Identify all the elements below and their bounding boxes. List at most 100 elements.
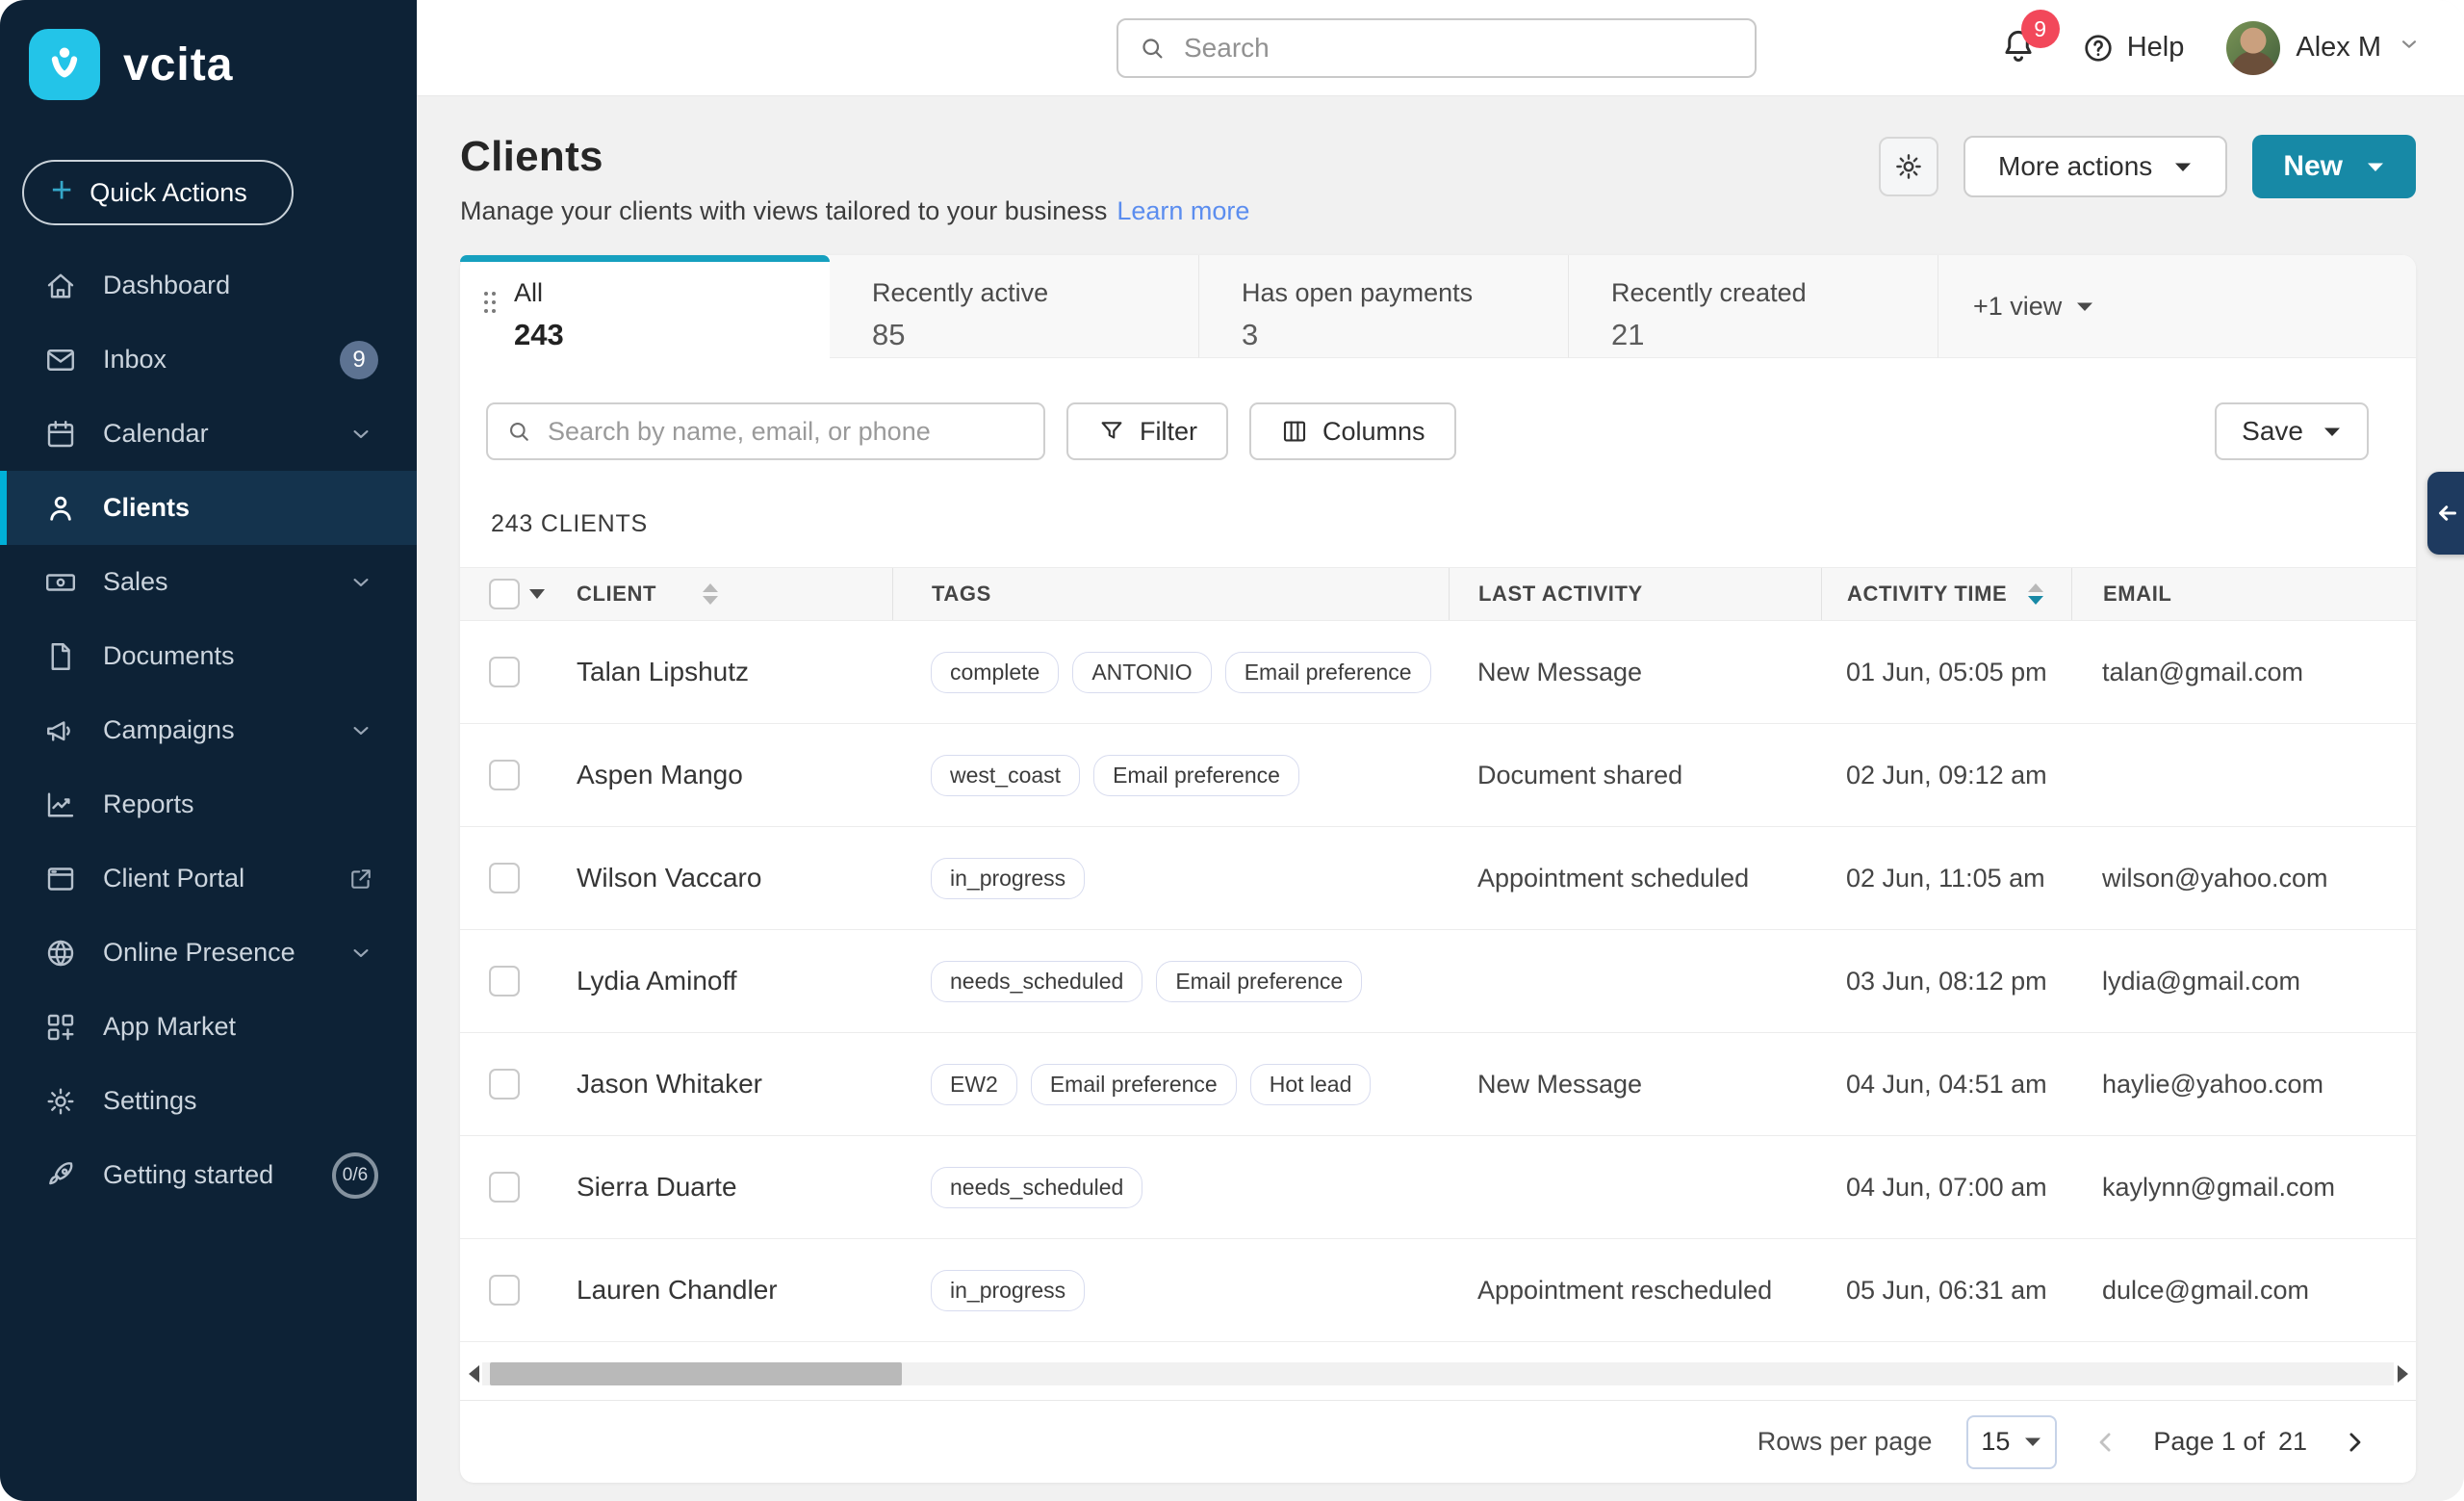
sidebar-item-clients[interactable]: Clients xyxy=(0,471,417,545)
sort-activity-time-icon[interactable] xyxy=(2028,583,2043,605)
table-row[interactable]: Lydia Aminoff needs_scheduledEmail prefe… xyxy=(460,930,2416,1033)
new-button[interactable]: New xyxy=(2252,135,2416,198)
horizontal-scrollbar[interactable] xyxy=(465,1361,2411,1386)
app-market-icon xyxy=(43,1010,78,1045)
next-page-button[interactable] xyxy=(2340,1428,2369,1457)
column-header-client[interactable]: CLIENT xyxy=(577,568,892,620)
table-row[interactable]: Talan Lipshutz completeANTONIOEmail pref… xyxy=(460,621,2416,724)
sidebar-item-settings[interactable]: Settings xyxy=(0,1064,417,1138)
column-header-last-activity[interactable]: LAST ACTIVITY xyxy=(1449,568,1821,620)
select-all-checkbox[interactable] xyxy=(489,579,520,609)
sidebar-item-reports[interactable]: Reports xyxy=(0,767,417,841)
home-icon xyxy=(43,269,78,303)
notifications-badge: 9 xyxy=(2021,10,2060,48)
quick-actions-label: Quick Actions xyxy=(90,178,247,208)
megaphone-icon xyxy=(43,713,78,748)
sidebar-item-calendar[interactable]: Calendar xyxy=(0,397,417,471)
gear-icon xyxy=(43,1084,78,1119)
help-button[interactable]: Help xyxy=(2081,31,2185,65)
tab-has-open-payments[interactable]: Has open payments 3 xyxy=(1199,255,1569,358)
prev-page-button[interactable] xyxy=(2092,1428,2120,1457)
chevron-down-icon xyxy=(344,569,378,596)
tab-recently-created[interactable]: Recently created 21 xyxy=(1569,255,1938,358)
tab-recently-active[interactable]: Recently active 85 xyxy=(830,255,1199,358)
row-checkbox[interactable] xyxy=(489,760,520,790)
more-views-dropdown[interactable]: +1 view xyxy=(1973,292,2094,322)
external-link-icon xyxy=(344,866,378,893)
more-actions-button[interactable]: More actions xyxy=(1964,136,2227,197)
user-menu[interactable]: Alex M xyxy=(2226,21,2422,75)
notifications-button[interactable]: 9 xyxy=(1998,25,2039,70)
global-search[interactable] xyxy=(1116,18,1757,78)
search-icon xyxy=(1138,34,1167,63)
drag-handle-icon[interactable] xyxy=(481,290,499,320)
rows-per-page-select[interactable]: 15 xyxy=(1966,1415,2057,1469)
table-row[interactable]: Wilson Vaccaro in_progress Appointment s… xyxy=(460,827,2416,930)
global-search-input[interactable] xyxy=(1182,32,1735,65)
sidebar-item-online-presence[interactable]: Online Presence xyxy=(0,916,417,990)
sidebar-item-getting-started[interactable]: Getting started 0/6 xyxy=(0,1138,417,1212)
columns-button[interactable]: Columns xyxy=(1249,402,1456,460)
tab-all[interactable]: All 243 xyxy=(460,255,830,358)
sidebar-item-documents[interactable]: Documents xyxy=(0,619,417,693)
chevron-down-icon xyxy=(344,717,378,744)
scrollbar-track[interactable] xyxy=(482,1362,2394,1385)
row-checkbox[interactable] xyxy=(489,1172,520,1203)
select-menu-caret-icon[interactable] xyxy=(529,589,545,599)
column-header-email[interactable]: EMAIL xyxy=(2071,568,2416,620)
clients-count-label: 243 CLIENTS xyxy=(460,510,2416,538)
tag-pill: west_coast xyxy=(931,755,1080,796)
tag-pill: needs_scheduled xyxy=(931,1167,1142,1208)
activity-time: 02 Jun, 09:12 am xyxy=(1821,724,2071,826)
client-search[interactable] xyxy=(486,402,1045,460)
plus-icon: + xyxy=(51,172,72,209)
sidebar-item-dashboard[interactable]: Dashboard xyxy=(0,248,417,323)
learn-more-link[interactable]: Learn more xyxy=(1116,196,1249,225)
row-checkbox[interactable] xyxy=(489,1275,520,1306)
chevron-down-icon xyxy=(2397,32,2422,57)
column-header-tags[interactable]: TAGS xyxy=(892,568,1449,620)
scroll-right-icon[interactable] xyxy=(2394,1361,2411,1386)
tag-pill: Hot lead xyxy=(1250,1064,1372,1105)
client-name: Talan Lipshutz xyxy=(577,657,749,687)
caret-down-icon xyxy=(2075,300,2094,313)
sort-client-icon[interactable] xyxy=(703,583,718,605)
arrow-left-icon xyxy=(2433,499,2462,528)
table-row[interactable]: Lauren Chandler in_progress Appointment … xyxy=(460,1239,2416,1342)
table-row[interactable]: Jason Whitaker EW2Email preferenceHot le… xyxy=(460,1033,2416,1136)
sidebar-item-app-market[interactable]: App Market xyxy=(0,990,417,1064)
brand[interactable]: vcita xyxy=(0,0,417,100)
sidebar-item-campaigns[interactable]: Campaigns xyxy=(0,693,417,767)
chevron-down-icon xyxy=(344,940,378,967)
email: wilson@yahoo.com xyxy=(2071,827,2416,929)
collapse-panel-button[interactable] xyxy=(2427,472,2464,555)
row-checkbox[interactable] xyxy=(489,1069,520,1100)
save-view-button[interactable]: Save xyxy=(2215,402,2369,460)
caret-down-icon xyxy=(2366,161,2385,173)
row-checkbox[interactable] xyxy=(489,657,520,687)
tag-list: in_progress xyxy=(931,858,1085,899)
scroll-left-icon[interactable] xyxy=(465,1361,482,1386)
topbar: 9 Help Alex M xyxy=(417,0,2464,96)
sidebar-item-inbox[interactable]: Inbox 9 xyxy=(0,323,417,397)
chevron-right-icon xyxy=(2340,1428,2369,1457)
quick-actions-button[interactable]: + Quick Actions xyxy=(22,160,294,225)
sidebar-item-sales[interactable]: Sales xyxy=(0,545,417,619)
row-checkbox[interactable] xyxy=(489,863,520,893)
row-checkbox[interactable] xyxy=(489,966,520,996)
reports-icon xyxy=(43,788,78,822)
column-header-activity-time[interactable]: ACTIVITY TIME xyxy=(1821,568,2071,620)
view-settings-button[interactable] xyxy=(1879,137,1938,196)
last-activity xyxy=(1449,1136,1821,1238)
vcita-logo-icon xyxy=(29,29,100,100)
filter-button[interactable]: Filter xyxy=(1066,402,1228,460)
scrollbar-thumb[interactable] xyxy=(490,1362,902,1385)
caret-down-icon xyxy=(2023,1436,2042,1448)
client-search-input[interactable] xyxy=(546,416,1026,448)
tag-pill: complete xyxy=(931,652,1059,693)
table-toolbar: Filter Columns Save xyxy=(460,402,2416,460)
table-row[interactable]: Aspen Mango west_coastEmail preference D… xyxy=(460,724,2416,827)
sidebar-item-client-portal[interactable]: Client Portal xyxy=(0,841,417,916)
client-name: Sierra Duarte xyxy=(577,1172,737,1203)
table-row[interactable]: Sierra Duarte needs_scheduled 04 Jun, 07… xyxy=(460,1136,2416,1239)
